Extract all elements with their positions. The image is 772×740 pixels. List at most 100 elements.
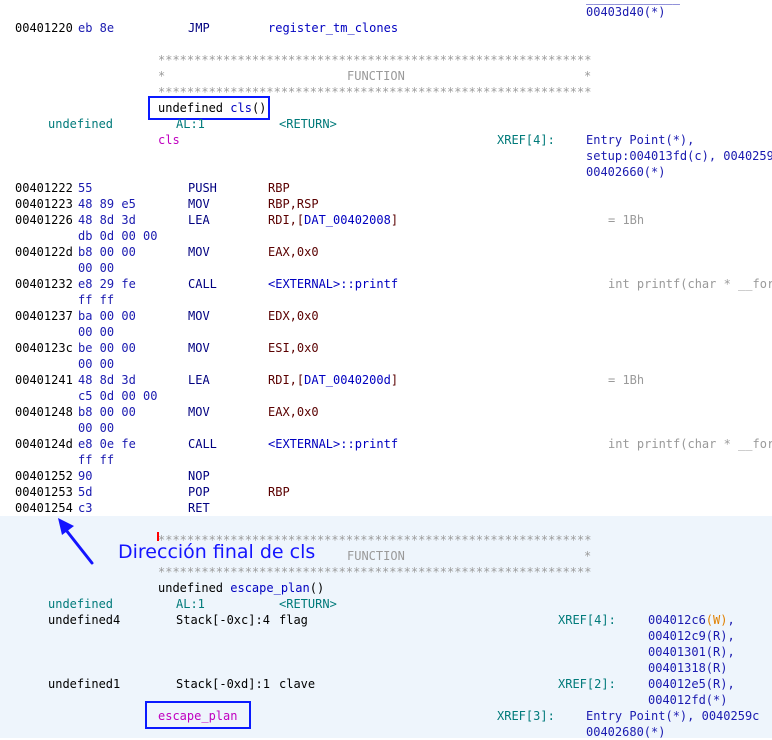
- escape-plan-return-name: <RETURN>: [279, 597, 337, 611]
- bytes: e8 0e fe: [78, 437, 136, 451]
- address: 00401223: [15, 197, 73, 211]
- bytes: b8 00 00: [78, 245, 136, 259]
- var-xref[interactable]: 00401318(R): [648, 660, 727, 676]
- banner-function-label: FUNCTION: [347, 549, 405, 563]
- var-xref-label: XREF[2]:: [558, 677, 616, 691]
- address: 0040124d: [15, 437, 73, 451]
- bytes-continued: c5 0d 00 00: [78, 389, 158, 403]
- var-xref[interactable]: 004012c9(R),: [648, 628, 735, 644]
- cls-xref-1[interactable]: Entry Point(*),: [586, 132, 694, 148]
- annotation-arrow-icon: [58, 518, 94, 565]
- mnemonic: PUSH: [188, 181, 217, 195]
- operand: EAX,0x0: [268, 405, 319, 419]
- operand: RBP: [268, 181, 290, 195]
- banner-star-right: *: [584, 549, 592, 563]
- banner-star-right: *: [584, 69, 592, 83]
- xref-tail-line[interactable]: 00403d40(*): [586, 4, 665, 20]
- mnemonic: RET: [188, 501, 210, 515]
- operand: ESI,0x0: [268, 341, 319, 355]
- signature-parens: (): [309, 581, 325, 595]
- mnemonic: CALL: [188, 437, 217, 451]
- mnemonic: LEA: [188, 213, 210, 227]
- bytes: 48 8d 3d: [78, 373, 136, 387]
- operand-label[interactable]: <EXTERNAL>::printf: [268, 276, 398, 292]
- bytes-continued: 00 00: [78, 421, 115, 435]
- bytes: 48 8d 3d: [78, 213, 136, 227]
- banner-stars: ****************************************…: [158, 565, 592, 579]
- bytes-continued: 00 00: [78, 325, 115, 339]
- cls-return-name: <RETURN>: [279, 117, 337, 131]
- operand-label[interactable]: <EXTERNAL>::printf: [268, 436, 398, 452]
- mnemonic: JMP: [188, 21, 210, 35]
- annotation-text: Dirección final de cls: [118, 541, 316, 563]
- address: 00401226: [15, 213, 73, 227]
- var-xref[interactable]: 004012c6(W),: [648, 612, 735, 628]
- escape-plan-signature[interactable]: undefined escape_plan(): [158, 580, 324, 596]
- bytes-continued: db 0d 00 00: [78, 229, 158, 243]
- eol-comment: = 1Bh: [608, 213, 645, 227]
- banner-function-label: FUNCTION: [347, 69, 405, 83]
- mnemonic: LEA: [188, 373, 210, 387]
- operand-label[interactable]: DAT_0040200d: [304, 373, 391, 387]
- var-name: flag: [279, 613, 308, 627]
- bytes: be 00 00: [78, 341, 136, 355]
- mnemonic: MOV: [188, 197, 210, 211]
- operand: RBP,RSP: [268, 197, 319, 211]
- address: 00401253: [15, 485, 73, 499]
- escape-plan-return-type: undefined: [48, 597, 114, 611]
- operand: EAX,0x0: [268, 245, 319, 259]
- address: 0040122d: [15, 245, 73, 259]
- var-type: undefined4: [48, 613, 121, 627]
- var-name: clave: [279, 677, 316, 691]
- address: 00401248: [15, 405, 73, 419]
- bytes-continued: ff ff: [78, 293, 115, 307]
- operand: RBP: [268, 485, 290, 499]
- address: 0040123c: [15, 341, 73, 355]
- address: 00401232: [15, 277, 73, 291]
- bytes: 48 89 e5: [78, 197, 136, 211]
- bytes-continued: 00 00: [78, 261, 115, 275]
- cls-return-type: undefined: [48, 117, 114, 131]
- var-xref[interactable]: 00401301(R),: [648, 644, 735, 660]
- mnemonic: POP: [188, 485, 210, 499]
- address: 00401222: [15, 181, 73, 195]
- bytes: b8 00 00: [78, 405, 136, 419]
- var-xref[interactable]: 004012fd(*): [648, 692, 727, 708]
- bytes: ba 00 00: [78, 309, 136, 323]
- bytes: e8 29 fe: [78, 277, 136, 291]
- eol-comment: = 1Bh: [608, 373, 645, 387]
- var-storage: Stack[-0xc]:4: [176, 613, 270, 627]
- escape-plan-xref-label: XREF[3]:: [497, 709, 555, 723]
- operand: EDX,0x0: [268, 309, 319, 323]
- cls-xref-2[interactable]: setup:004013fd(c), 00402594: [586, 148, 772, 164]
- cls-xref-3[interactable]: 00402660(*): [586, 164, 665, 180]
- mnemonic: MOV: [188, 309, 210, 323]
- mnemonic: CALL: [188, 277, 217, 291]
- cls-xref-label: XREF[4]:: [497, 133, 555, 147]
- address: 00401252: [15, 469, 73, 483]
- escape-plan-xref-1[interactable]: Entry Point(*), 0040259c: [586, 708, 759, 724]
- mnemonic: NOP: [188, 469, 210, 483]
- bytes: 90: [78, 469, 93, 483]
- operand-label[interactable]: register_tm_clones: [268, 20, 398, 36]
- address: 00401241: [15, 373, 73, 387]
- signature-type: undefined: [158, 581, 231, 595]
- bytes-continued: 00 00: [78, 357, 115, 371]
- var-type: undefined1: [48, 677, 121, 691]
- signature-name[interactable]: escape_plan: [230, 581, 309, 595]
- bytes: 55: [78, 181, 93, 195]
- mnemonic: MOV: [188, 405, 210, 419]
- operand-label[interactable]: DAT_00402008: [304, 213, 391, 227]
- operand: RDI,[DAT_00402008]: [268, 213, 399, 227]
- bytes-continued: ff ff: [78, 453, 115, 467]
- escape-plan-return-storage: AL:1: [176, 597, 205, 611]
- address: 00401237: [15, 309, 73, 323]
- operand: RDI,[DAT_0040200d]: [268, 373, 399, 387]
- eol-comment: int printf(char * __form: [608, 437, 772, 451]
- escape-plan-label-highlight-box: [145, 701, 251, 729]
- bytes: 5d: [78, 485, 93, 499]
- mnemonic: MOV: [188, 341, 210, 355]
- var-xref[interactable]: 004012e5(R),: [648, 676, 735, 692]
- cls-label[interactable]: cls: [158, 132, 180, 148]
- var-storage: Stack[-0xd]:1: [176, 677, 270, 691]
